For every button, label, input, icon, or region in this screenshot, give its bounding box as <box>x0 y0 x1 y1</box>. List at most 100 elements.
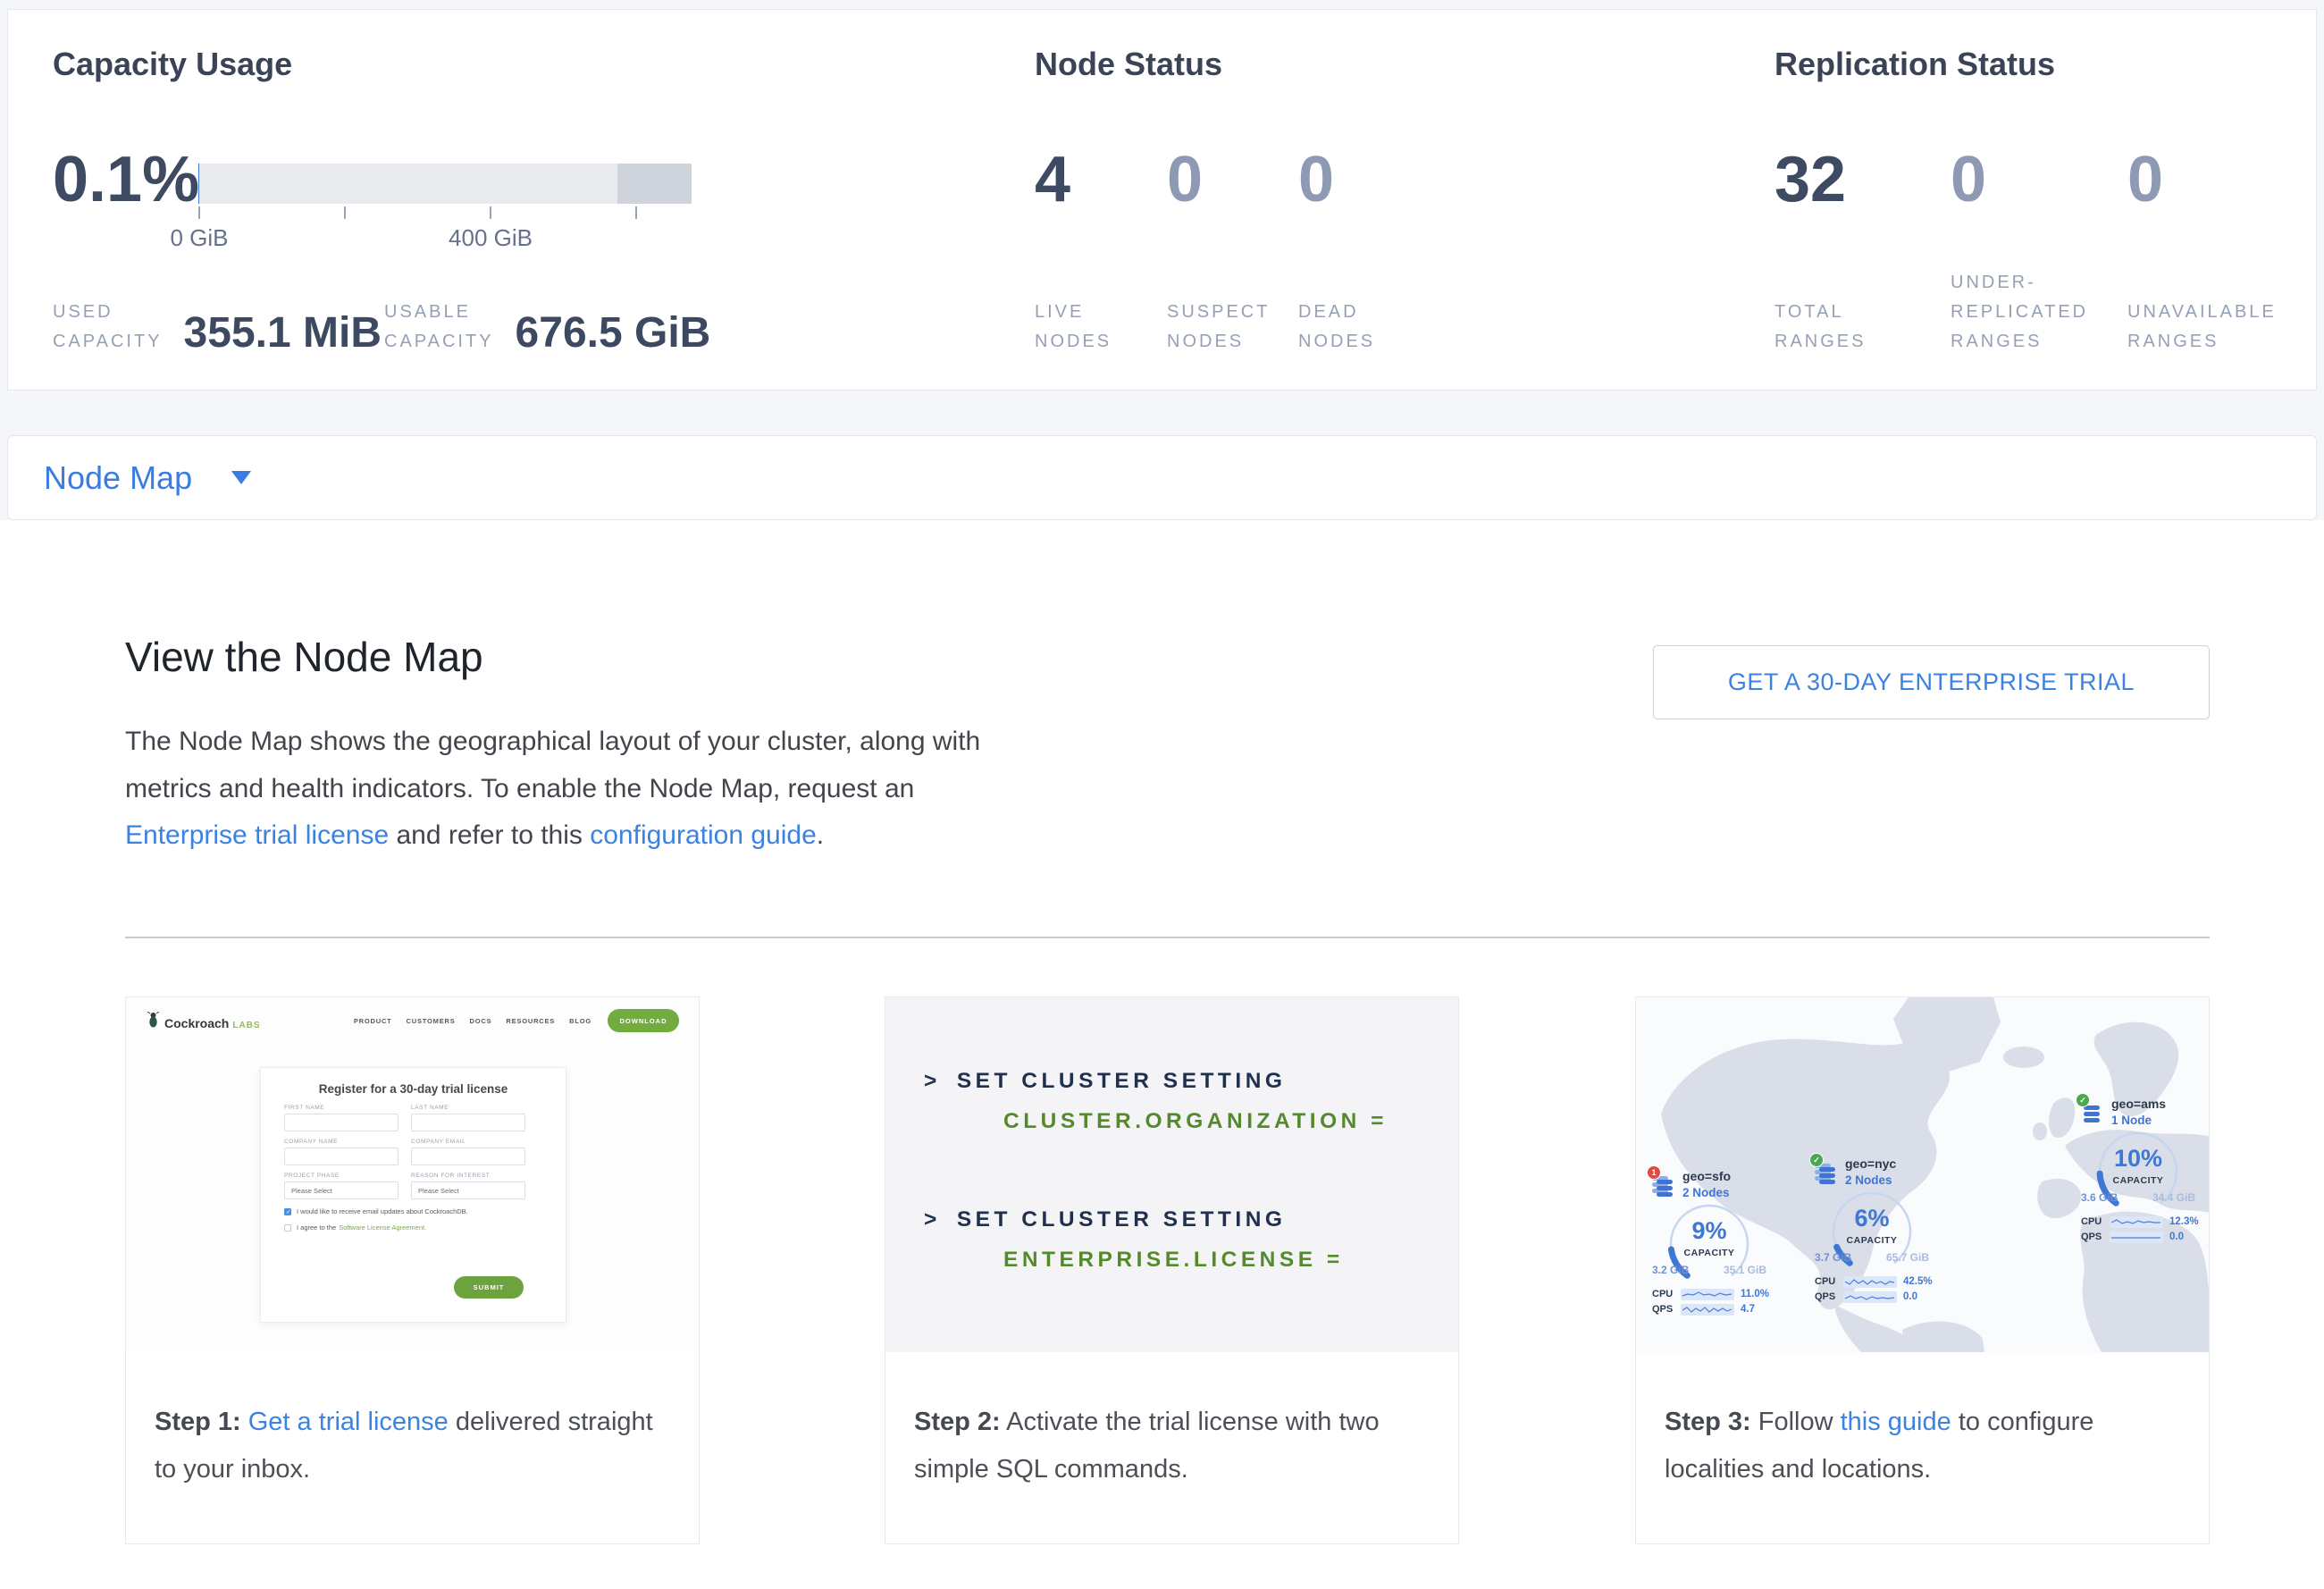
qps-label: QPS <box>1652 1304 1681 1315</box>
company-name-field[interactable] <box>284 1148 399 1165</box>
email-updates-label: I would like to receive email updates ab… <box>297 1207 468 1215</box>
cpu-value: 12.3% <box>2169 1216 2199 1227</box>
suspect-nodes-label: SUSPECTNODES <box>1167 298 1270 357</box>
qps-value: 0.0 <box>1903 1291 1917 1302</box>
minisite-nav: PRODUCT CUSTOMERS DOCS RESOURCES BLOG <box>354 1017 591 1025</box>
under-replicated-ranges-value: 0 <box>1951 146 1986 214</box>
roach-icon <box>147 1012 160 1028</box>
live-nodes-label: LIVENODES <box>1035 298 1112 357</box>
license-agreement-label: I agree to the <box>297 1223 336 1232</box>
nav-item-docs[interactable]: DOCS <box>470 1017 492 1025</box>
locality-marker-sfo: 1 geo=sfo 2 Nodes 9% CAPACITY 3.2 GiB 35… <box>1645 1167 1801 1316</box>
capacity-bar-used-segment <box>198 164 199 204</box>
used-capacity-label: CAPACITY <box>53 327 163 357</box>
step3-prefix: Step 3: <box>1665 1408 1751 1436</box>
used-capacity-value: 355.1 MiB <box>184 310 382 357</box>
healthy-badge: ✓ <box>1809 1153 1824 1167</box>
first-name-field[interactable] <box>284 1114 399 1131</box>
last-name-field[interactable] <box>411 1114 525 1131</box>
capacity-gauge: 6% CAPACITY 3.7 GiB 65.7 GiB <box>1815 1190 1929 1273</box>
qps-row: QPS 0.0 <box>1815 1291 1964 1303</box>
qps-sparkline <box>1843 1291 1897 1303</box>
warning-badge: 1 <box>1647 1165 1661 1180</box>
dead-nodes-label: DEADNODES <box>1298 298 1375 357</box>
unavailable-ranges-value: 0 <box>2127 146 2163 214</box>
used-capacity-label: USED <box>53 298 163 327</box>
sql-command: SET CLUSTER SETTING <box>957 1207 1287 1232</box>
enterprise-trial-license-link[interactable]: Enterprise trial license <box>125 820 389 850</box>
get-enterprise-trial-button[interactable]: GET A 30-DAY ENTERPRISE TRIAL <box>1653 645 2210 719</box>
reason-for-interest-label: REASON FOR INTEREST <box>411 1173 525 1179</box>
node-map-dropdown[interactable]: Node Map <box>7 435 2317 520</box>
configuration-guide-link[interactable]: configuration guide <box>590 820 817 850</box>
step1-card: Cockroach LABS PRODUCT CUSTOMERS DOCS RE… <box>125 996 700 1544</box>
usable-capacity-value: 676.5 GiB <box>516 310 711 357</box>
capacity-total: 35.1 GiB <box>1724 1264 1766 1276</box>
sql-setting-license: ENTERPRISE.LICENSE = <box>1003 1248 1344 1273</box>
cpu-row: CPU 42.5% <box>1815 1275 1964 1288</box>
nav-item-product[interactable]: PRODUCT <box>354 1017 392 1025</box>
reason-for-interest-select[interactable]: Please Select <box>411 1181 525 1199</box>
capacity-percent: 9% <box>1652 1217 1766 1245</box>
last-name-label: LAST NAME <box>411 1105 525 1111</box>
capacity-bar <box>198 164 692 204</box>
axis-tick <box>344 206 346 219</box>
axis-tick <box>490 206 491 219</box>
nav-item-resources[interactable]: RESOURCES <box>506 1017 555 1025</box>
locality-name: geo=ams <box>2111 1097 2166 1111</box>
get-trial-license-link[interactable]: Get a trial license <box>248 1408 449 1436</box>
license-agreement-checkbox[interactable] <box>284 1224 291 1232</box>
description-text: and refer to this <box>389 820 590 850</box>
axis-tick <box>635 206 637 219</box>
this-guide-link[interactable]: this guide <box>1841 1408 1951 1436</box>
project-phase-select[interactable]: Please Select <box>284 1181 399 1199</box>
capacity-percent: 10% <box>2081 1145 2195 1173</box>
step1-prefix: Step 1: <box>155 1408 241 1436</box>
qps-label: QPS <box>1815 1291 1843 1302</box>
node-map-description: The Node Map shows the geographical layo… <box>125 719 987 860</box>
capacity-percent: 0.1% <box>53 146 199 214</box>
cpu-row: CPU 11.0% <box>1652 1288 1801 1300</box>
locality-node-count: 2 Nodes <box>1845 1173 1892 1187</box>
cluster-summary-panel: Capacity Usage 0.1% 0 GiB 400 GiB USED C… <box>7 9 2317 391</box>
cpu-value: 42.5% <box>1903 1276 1933 1287</box>
qps-label: QPS <box>2081 1232 2110 1242</box>
cpu-value: 11.0% <box>1741 1289 1769 1299</box>
locality-node-count: 1 Node <box>2111 1114 2152 1127</box>
cpu-label: CPU <box>1815 1276 1843 1287</box>
total-ranges-label: TOTALRANGES <box>1774 298 1866 357</box>
cpu-label: CPU <box>1652 1289 1681 1299</box>
capacity-gauge: 10% CAPACITY 3.6 GiB 34.4 GiB <box>2081 1131 2195 1213</box>
total-ranges-value: 32 <box>1774 146 1846 214</box>
company-email-field[interactable] <box>411 1148 525 1165</box>
qps-sparkline <box>2110 1232 2163 1243</box>
cpu-row: CPU 12.3% <box>2081 1215 2209 1228</box>
cpu-label: CPU <box>2081 1216 2110 1227</box>
under-replicated-ranges-label: UNDER-REPLICATEDRANGES <box>1951 268 2088 357</box>
email-updates-checkbox[interactable] <box>284 1208 291 1215</box>
qps-value: 0.0 <box>2169 1232 2184 1242</box>
nav-item-customers[interactable]: CUSTOMERS <box>407 1017 456 1025</box>
axis-tick <box>198 206 200 219</box>
capacity-usage-title: Capacity Usage <box>53 46 292 83</box>
unavailable-ranges-label: UNAVAILABLERANGES <box>2127 298 2277 357</box>
usable-capacity-metric: USABLE CAPACITY 676.5 GiB <box>384 298 710 357</box>
capacity-used: 3.2 GiB <box>1652 1264 1689 1276</box>
download-button[interactable]: DOWNLOAD <box>608 1009 679 1032</box>
healthy-badge: ✓ <box>2076 1093 2090 1107</box>
step1-caption: Step 1: Get a trial license delivered st… <box>126 1352 689 1493</box>
node-status-title: Node Status <box>1035 46 1222 83</box>
axis-tick-label: 400 GiB <box>449 224 533 252</box>
submit-button[interactable]: SUBMIT <box>454 1276 524 1299</box>
replication-status-title: Replication Status <box>1774 46 2055 83</box>
software-license-agreement-link[interactable]: Software License Agreement. <box>339 1223 426 1232</box>
sql-prompt: > <box>924 1207 941 1232</box>
step2-card: >SET CLUSTER SETTING CLUSTER.ORGANIZATIO… <box>885 996 1459 1544</box>
company-email-label: COMPANY EMAIL <box>411 1139 525 1145</box>
nav-item-blog[interactable]: BLOG <box>569 1017 591 1025</box>
cpu-sparkline <box>2110 1216 2163 1228</box>
node-map-dropdown-label: Node Map <box>44 459 192 497</box>
node-map-enable-section: View the Node Map The Node Map shows the… <box>0 520 2324 1589</box>
sql-commands-illustration: >SET CLUSTER SETTING CLUSTER.ORGANIZATIO… <box>885 997 1458 1352</box>
used-capacity-metric: USED CAPACITY 355.1 MiB <box>53 298 382 357</box>
